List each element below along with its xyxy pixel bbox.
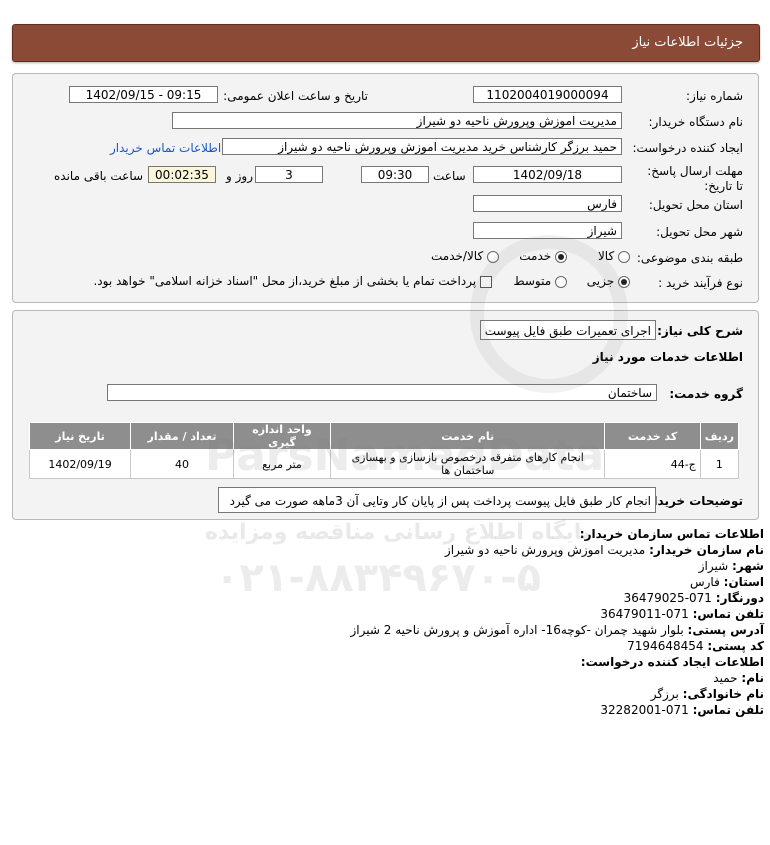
deadline-date-field: 1402/09/18 — [473, 166, 622, 183]
need-number-field: 1102004019000094 — [473, 86, 622, 103]
col-date: تاریخ نیاز — [28, 422, 132, 450]
creator-last-name: برزگر — [650, 687, 679, 701]
creator-last-name-label: نام خانوادگی: — [682, 687, 764, 701]
contact-org-title: اطلاعات تماس سازمان خریدار: — [579, 527, 764, 541]
col-unit: واحد اندازه گیری — [232, 422, 332, 450]
cell-date: 1402/09/19 — [28, 449, 132, 479]
announce-date-field: 1402/09/15 - 09:15 — [69, 86, 218, 103]
service-group-field: ساختمان — [107, 384, 657, 401]
table-row: 1 ج-44 انجام کارهای متفرقه درخصوص بازساز… — [28, 449, 740, 479]
services-table: ردیف کد خدمت نام خدمت واحد اندازه گیری ت… — [28, 422, 740, 479]
contact-address: بلوار شهید چمران -کوچه16- اداره آموزش و … — [350, 623, 684, 637]
contact-org-name-row: نام سازمان خریدار: مدیریت اموزش وپرورش ن… — [445, 543, 764, 557]
days-field: 3 — [255, 166, 323, 183]
category-label: طبقه بندی موضوعی: — [636, 251, 743, 265]
col-row: ردیف — [699, 422, 740, 450]
contact-postal-row: کد پستی: 7194648454 — [627, 639, 764, 653]
province-label: استان محل تحویل: — [648, 198, 743, 212]
service-group-label: گروه خدمت: — [669, 387, 743, 401]
category-goods-radio[interactable] — [618, 250, 630, 263]
summary-label: شرح کلی نیاز: — [657, 324, 743, 338]
process-minor-radio[interactable] — [618, 275, 630, 288]
category-goods-label: کالا — [597, 249, 615, 263]
watermark-phone: ۰۲۱-۸۸۳۴۹۶۷۰-۵ — [215, 555, 542, 601]
contact-fax-row: دورنگار: 071-36479025 — [624, 591, 764, 605]
category-goods-service-radio[interactable] — [487, 250, 499, 263]
process-medium-radio[interactable] — [555, 275, 567, 288]
buyer-notes-label: توضیحات خریدار: — [641, 494, 743, 508]
buyer-org-field: مدیریت اموزش وپرورش ناحیه دو شیراز — [172, 112, 622, 129]
deadline-time-label: ساعت — [433, 169, 466, 183]
need-number-label: شماره نیاز: — [686, 89, 743, 103]
creator-last-name-row: نام خانوادگی: برزگر — [651, 687, 764, 701]
creator-label: ایجاد کننده درخواست: — [632, 141, 743, 155]
creator-first-name-row: نام: حمید — [713, 671, 764, 685]
province-field: فارس — [473, 195, 622, 212]
treasury-label: پرداخت تمام یا بخشی از مبلغ خرید،از محل … — [93, 274, 477, 288]
process-option-minor[interactable]: جزیی — [587, 274, 630, 288]
watermark-line: پایگاه اطلاع رسانی مناقصه ومزایده — [205, 520, 591, 545]
deadline-label: مهلت ارسال پاسخ: تا تاریخ: — [647, 164, 743, 193]
col-qty: تعداد / مقدار — [130, 422, 234, 450]
process-option-medium[interactable]: متوسط — [513, 274, 567, 288]
buyer-contact-link[interactable]: اطلاعات تماس خریدار — [110, 141, 221, 155]
city-label: شهر محل تحویل: — [656, 225, 743, 239]
summary-field: اجرای تعمیرات طبق فایل پیوست — [480, 320, 656, 340]
creator-info-title: اطلاعات ایجاد کننده درخواست: — [580, 655, 764, 669]
contact-org-name: مدیریت اموزش وپرورش ناحیه دو شیراز — [444, 543, 646, 557]
contact-city-label: شهر: — [732, 559, 764, 573]
announce-date-label: تاریخ و ساعت اعلان عمومی: — [223, 89, 368, 103]
treasury-checkbox[interactable] — [480, 275, 492, 288]
contact-city: شیراز — [698, 559, 729, 573]
contact-province: فارس — [689, 575, 720, 589]
remaining-label: ساعت باقی مانده — [54, 169, 144, 183]
buyer-org-label: نام دستگاه خریدار: — [648, 115, 744, 129]
contact-city-row: شهر: شیراز — [699, 559, 764, 573]
buyer-notes-field: انجام کار طبق فایل پیوست پرداخت پس از پا… — [218, 487, 656, 513]
creator-field: حمید برزگر کارشناس خرید مدیریت اموزش وپر… — [222, 138, 622, 155]
deadline-time-field: 09:30 — [361, 166, 429, 183]
cell-unit: متر مربع — [232, 449, 332, 479]
page-header: جزئیات اطلاعات نیاز — [12, 24, 760, 62]
contact-postal-label: کد پستی: — [707, 639, 764, 653]
category-option-service[interactable]: خدمت — [519, 249, 567, 263]
category-service-radio[interactable] — [555, 250, 567, 263]
contact-province-label: استان: — [723, 575, 764, 589]
cell-name: انجام کارهای متفرقه درخصوص بازسازی و بهس… — [330, 449, 606, 479]
contact-fax-label: دورنگار: — [715, 591, 764, 605]
contact-province-row: استان: فارس — [690, 575, 764, 589]
services-table-header: ردیف کد خدمت نام خدمت واحد اندازه گیری ت… — [28, 422, 740, 450]
creator-first-name-label: نام: — [741, 671, 764, 685]
contact-phone-label: تلفن تماس: — [692, 607, 764, 621]
cell-qty: 40 — [130, 449, 234, 479]
contact-org-name-label: نام سازمان خریدار: — [649, 543, 764, 557]
creator-phone: 071-32282001 — [600, 703, 689, 717]
contact-fax: 071-36479025 — [623, 591, 712, 605]
contact-postal: 7194648454 — [627, 639, 704, 653]
page-title: جزئیات اطلاعات نیاز — [632, 35, 743, 50]
cell-row: 1 — [699, 449, 740, 479]
remaining-time-field: 00:02:35 — [148, 166, 216, 183]
days-label: روز و — [226, 169, 253, 183]
contact-address-label: آدرس پستی: — [687, 623, 764, 637]
category-option-goods[interactable]: کالا — [598, 249, 630, 263]
process-medium-label: متوسط — [513, 274, 552, 288]
treasury-option[interactable]: پرداخت تمام یا بخشی از مبلغ خرید،از محل … — [93, 274, 492, 288]
col-code: کد خدمت — [604, 422, 701, 450]
process-minor-label: جزیی — [586, 274, 615, 288]
creator-phone-row: تلفن تماس: 071-32282001 — [600, 703, 764, 717]
contact-address-row: آدرس پستی: بلوار شهید چمران -کوچه16- ادا… — [351, 623, 764, 637]
cell-code: ج-44 — [604, 449, 701, 479]
creator-first-name: حمید — [713, 671, 738, 685]
contact-phone: 071-36479011 — [600, 607, 689, 621]
col-name: نام خدمت — [330, 422, 606, 450]
category-goods-service-label: کالا/خدمت — [430, 249, 484, 263]
process-label: نوع فرآیند خرید : — [658, 276, 743, 290]
creator-phone-label: تلفن تماس: — [692, 703, 764, 717]
category-service-label: خدمت — [519, 249, 552, 263]
city-field: شیراز — [473, 222, 622, 239]
category-option-goods-service[interactable]: کالا/خدمت — [431, 249, 499, 263]
contact-phone-row: تلفن تماس: 071-36479011 — [600, 607, 764, 621]
services-title: اطلاعات خدمات مورد نیاز — [592, 350, 743, 364]
